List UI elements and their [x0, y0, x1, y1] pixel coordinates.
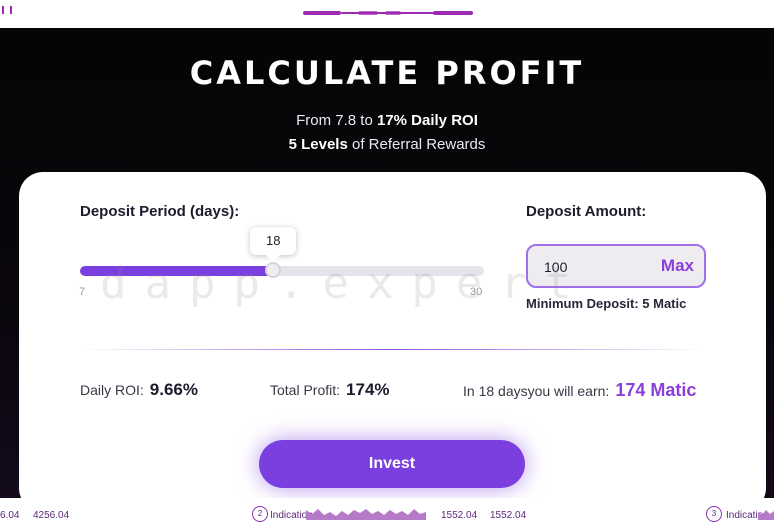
bottom-ticker: 6.04 4256.04 2 Indication 1552.04 1552.0… [0, 498, 774, 526]
minimum-deposit-note: Minimum Deposit: 5 Matic [526, 296, 687, 311]
ticker-badge: 2 [252, 506, 268, 522]
total-profit-value: 174% [346, 380, 390, 399]
page-title: CALCULATE PROFIT [189, 54, 585, 92]
period-value-tooltip: 18 [250, 227, 297, 255]
deposit-period-slider[interactable] [80, 262, 484, 278]
ticker-badge: 3 [706, 506, 722, 522]
deposit-amount-label: Deposit Amount: [526, 203, 647, 220]
ticker-value: 6.04 [0, 510, 20, 521]
top-indicator [303, 9, 473, 17]
top-strip [0, 0, 774, 28]
roi-subtitle: From 7.8 to 17% Daily ROI [296, 112, 478, 129]
ticker-value: 4256.04 [33, 510, 70, 521]
divider [80, 349, 705, 350]
referral-subtitle: 5 Levels of Referral Rewards [288, 136, 486, 153]
slider-max-label: 30 [470, 286, 483, 298]
earnings-stat: In 18 daysyou will earn: 174 Matic [463, 380, 697, 400]
daily-roi-value: 9.66% [149, 380, 198, 399]
ticker-value: 1552.04 [441, 510, 478, 521]
slider-fill [80, 266, 274, 276]
corner-mark-icon [2, 6, 14, 16]
max-button[interactable]: Max [661, 256, 694, 276]
deposit-amount-input[interactable]: 100 Max [526, 244, 706, 288]
sparkline-icon [306, 509, 426, 520]
profit-calculator-card: Deposit Period (days): Deposit Amount: 1… [19, 172, 766, 512]
deposit-amount-value[interactable]: 100 [544, 259, 567, 275]
invest-button[interactable]: Invest [259, 440, 525, 488]
daily-roi-stat: Daily ROI: 9.66% [80, 380, 198, 399]
total-profit-stat: Total Profit: 174% [270, 380, 390, 399]
ticker-value: 1552.04 [490, 510, 527, 521]
earnings-value: 174 Matic [615, 380, 697, 400]
deposit-period-label: Deposit Period (days): [80, 203, 240, 220]
slider-min-label: 7 [79, 286, 86, 298]
sparkline-icon [758, 510, 774, 520]
